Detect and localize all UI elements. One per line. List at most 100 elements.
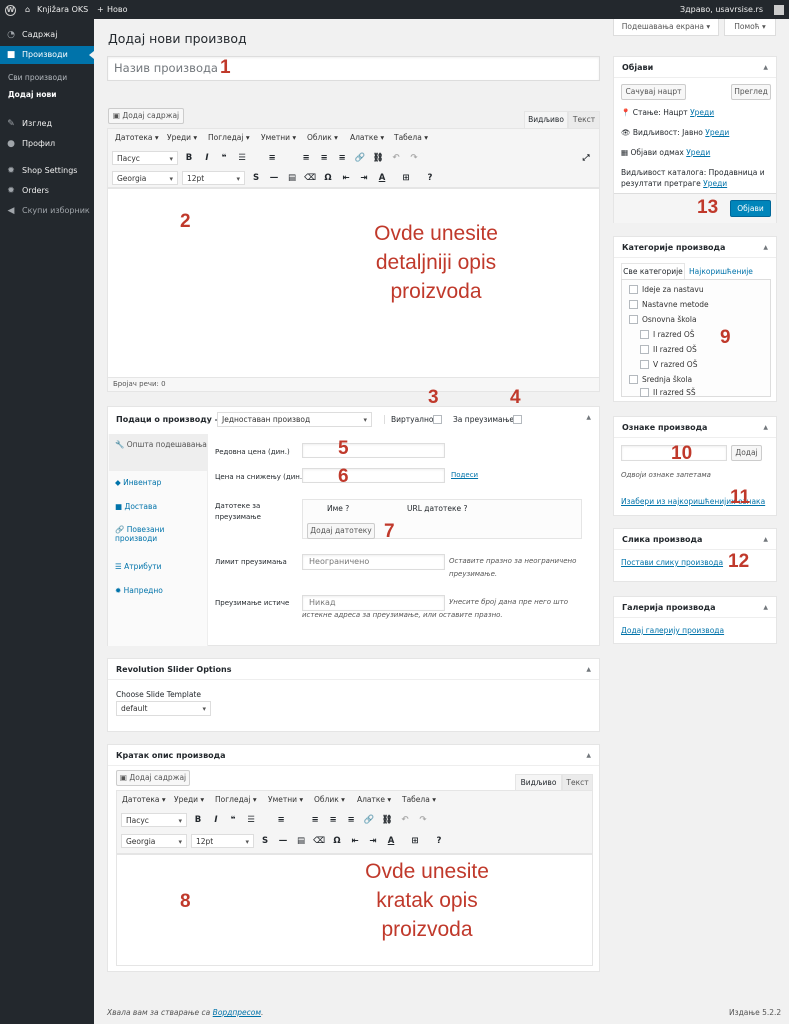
bullet-list-icon[interactable]: ☰ — [245, 815, 257, 825]
new-content-link[interactable]: Ново — [107, 0, 128, 19]
help-icon[interactable]: ? — [424, 173, 436, 183]
link-icon[interactable]: 🔗 — [363, 815, 375, 825]
category-checkbox[interactable] — [640, 345, 649, 354]
category-checkbox[interactable] — [629, 300, 638, 309]
font-size-select[interactable]: 12pt — [182, 171, 245, 186]
text-color-icon[interactable]: A — [376, 173, 388, 183]
align-left-icon[interactable]: ≡ — [300, 153, 312, 163]
undo-icon[interactable]: ↶ — [390, 153, 402, 163]
virtual-checkbox[interactable] — [433, 415, 442, 424]
redo-icon[interactable]: ↷ — [408, 153, 420, 163]
screen-options-button[interactable]: Подешавања екрана ▾ — [613, 19, 719, 36]
tab-popular-categories[interactable]: Најкоришћеније — [689, 267, 753, 276]
menu-table[interactable]: Табела ▾ — [394, 133, 428, 142]
paste-text-icon[interactable]: ▤ — [286, 173, 298, 183]
menu-file[interactable]: Датотека ▾ — [115, 133, 159, 142]
product-type-select[interactable]: Једноставан производ — [217, 412, 372, 427]
tab-shipping[interactable]: ■ Достава — [109, 502, 207, 511]
publish-button[interactable]: Објави — [730, 200, 771, 217]
category-checkbox[interactable] — [629, 315, 638, 324]
menu-edit[interactable]: Уреди ▾ — [167, 133, 197, 142]
menu-insert[interactable]: Уметни ▾ — [268, 795, 303, 804]
horizontal-line-icon[interactable]: — — [277, 836, 289, 846]
sidebar-item-orders[interactable]: ✹ Orders — [0, 182, 94, 200]
download-limit-input[interactable]: Неограничено — [302, 554, 445, 570]
wordpress-logo-icon[interactable]: W — [5, 0, 16, 19]
fullscreen-icon[interactable]: ⤢ — [580, 153, 592, 163]
tab-all-categories[interactable]: Све категорије — [621, 263, 685, 279]
redo-icon[interactable]: ↷ — [417, 815, 429, 825]
edit-catalog-link[interactable]: Уреди — [703, 179, 727, 188]
edit-time-link[interactable]: Уреди — [686, 148, 710, 157]
help-button[interactable]: Помоћ ▾ — [724, 19, 776, 36]
font-select[interactable]: Georgia — [112, 171, 178, 186]
italic-icon[interactable]: I — [201, 153, 213, 163]
horizontal-line-icon[interactable]: — — [268, 173, 280, 183]
font-select[interactable]: Georgia — [121, 834, 187, 849]
unlink-icon[interactable]: ⛓ — [372, 153, 384, 163]
strikethrough-icon[interactable]: S — [259, 836, 271, 846]
slide-template-select[interactable]: default — [116, 701, 211, 716]
add-tag-button[interactable]: Додај — [731, 445, 762, 461]
menu-format[interactable]: Облик ▾ — [314, 795, 345, 804]
edit-status-link[interactable]: Уреди — [690, 108, 714, 117]
tab-text[interactable]: Текст — [562, 774, 593, 790]
outdent-icon[interactable]: ⇤ — [349, 836, 361, 846]
preview-button[interactable]: Преглед — [731, 84, 771, 100]
blockquote-icon[interactable]: ❝ — [227, 815, 239, 825]
menu-file[interactable]: Датотека ▾ — [122, 795, 166, 804]
indent-icon[interactable]: ⇥ — [367, 836, 379, 846]
align-right-icon[interactable]: ≡ — [345, 815, 357, 825]
tab-visual[interactable]: Видљиво — [524, 111, 568, 128]
link-icon[interactable]: 🔗 — [354, 153, 366, 163]
indent-icon[interactable]: ⇥ — [358, 173, 370, 183]
clear-format-icon[interactable]: ⌫ — [313, 836, 325, 846]
table-icon[interactable]: ⊞ — [400, 173, 412, 183]
outdent-icon[interactable]: ⇤ — [340, 173, 352, 183]
sale-price-input[interactable] — [302, 468, 445, 483]
bold-icon[interactable]: B — [192, 815, 204, 825]
sidebar-item-collapse[interactable]: ◀ Скупи изборник — [0, 202, 94, 220]
site-name-link[interactable]: Knjižara OKS — [37, 0, 88, 19]
strikethrough-icon[interactable]: S — [250, 173, 262, 183]
text-color-icon[interactable]: A — [385, 836, 397, 846]
font-size-select[interactable]: 12pt — [191, 834, 254, 849]
clear-format-icon[interactable]: ⌫ — [304, 173, 316, 183]
category-checkbox[interactable] — [640, 330, 649, 339]
help-icon[interactable]: ? — [433, 836, 445, 846]
toggle-arrow-icon[interactable]: ▲ — [763, 57, 768, 78]
edit-visibility-link[interactable]: Уреди — [705, 128, 729, 137]
table-icon[interactable]: ⊞ — [409, 836, 421, 846]
menu-view[interactable]: Погледај ▾ — [215, 795, 257, 804]
format-select[interactable]: Пасус — [121, 813, 187, 828]
unlink-icon[interactable]: ⛓ — [381, 815, 393, 825]
category-checkbox[interactable] — [640, 360, 649, 369]
product-title-input[interactable]: Назив производа — [107, 56, 600, 81]
sidebar-sub-add-new[interactable]: Додај нови — [8, 90, 56, 99]
menu-view[interactable]: Погледај ▾ — [208, 133, 250, 142]
avatar[interactable] — [774, 0, 784, 19]
add-file-button[interactable]: Додај датотеку — [307, 523, 375, 539]
tab-attributes[interactable]: ☰ Атрибути — [109, 562, 207, 571]
align-center-icon[interactable]: ≡ — [327, 815, 339, 825]
tab-inventory[interactable]: ◆ Инвентар — [109, 478, 207, 487]
sidebar-item-products[interactable]: ■ Производи — [0, 46, 94, 64]
menu-tools[interactable]: Алатке ▾ — [350, 133, 384, 142]
menu-insert[interactable]: Уметни ▾ — [261, 133, 296, 142]
downloadable-checkbox[interactable] — [513, 415, 522, 424]
align-left-icon[interactable]: ≡ — [309, 815, 321, 825]
toggle-arrow-icon[interactable]: ▲ — [763, 597, 768, 618]
menu-tools[interactable]: Алатке ▾ — [357, 795, 391, 804]
numbered-list-icon[interactable]: ≡ — [275, 815, 287, 825]
toggle-arrow-icon[interactable]: ▲ — [763, 237, 768, 258]
tab-general[interactable]: 🔧 Општа подешавања — [109, 434, 207, 471]
sidebar-item-profile[interactable]: ● Профил — [0, 135, 94, 153]
tab-linked-products[interactable]: 🔗 Повезани производи — [109, 525, 199, 543]
toggle-arrow-icon[interactable]: ▲ — [586, 407, 591, 428]
menu-table[interactable]: Табела ▾ — [402, 795, 436, 804]
toggle-arrow-icon[interactable]: ▲ — [763, 529, 768, 550]
sidebar-item-appearance[interactable]: ✎ Изглед — [0, 115, 94, 133]
blockquote-icon[interactable]: ❝ — [218, 153, 230, 163]
plus-icon[interactable]: + — [97, 0, 104, 19]
sidebar-sub-all-products[interactable]: Сви производи — [8, 73, 67, 82]
